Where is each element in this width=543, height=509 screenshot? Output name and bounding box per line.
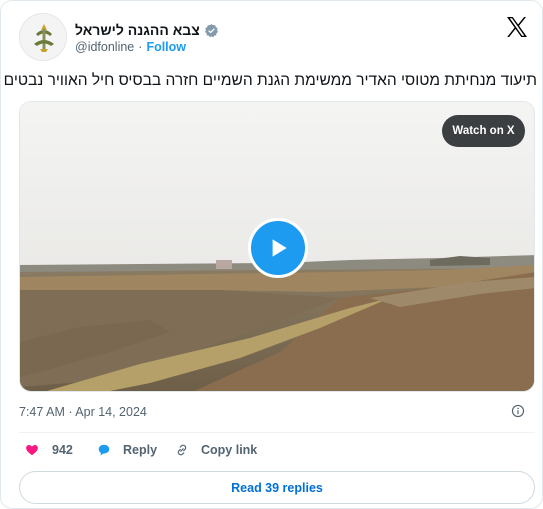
follow-button[interactable]: Follow	[146, 40, 186, 54]
divider	[19, 432, 535, 433]
like-count: 942	[52, 443, 73, 457]
author-name[interactable]: צבא ההגנה לישראל	[75, 22, 200, 38]
like-button[interactable]: 942	[25, 443, 73, 457]
reply-label: Reply	[123, 443, 158, 457]
tweet-timestamp[interactable]: 7:47 AM · Apr 14, 2024	[19, 405, 147, 419]
play-button[interactable]	[248, 218, 308, 278]
read-replies-button[interactable]: Read 39 replies	[19, 471, 535, 504]
tweet-text: תיעוד מנחיתת מטוסי האדיר ממשימת הגנת השמ…	[3, 72, 537, 89]
verified-badge-icon	[204, 23, 218, 37]
info-icon[interactable]	[511, 404, 525, 418]
watch-on-x-button[interactable]: Watch on X	[442, 115, 525, 147]
x-logo-icon[interactable]	[505, 15, 529, 39]
copy-link-label: Copy link	[201, 443, 258, 457]
heart-icon	[26, 445, 38, 456]
reply-bubble-icon	[98, 444, 110, 456]
separator-dot: ·	[138, 40, 143, 54]
idf-emblem-icon	[20, 14, 66, 60]
video-player[interactable]: Watch on X	[19, 101, 535, 392]
reply-button[interactable]: Reply	[97, 443, 157, 457]
play-icon	[272, 239, 287, 257]
action-bar: 942 Reply Copy link	[21, 443, 521, 461]
tweet-card: צבא ההגנה לישראל @idfonline · Follow תיע…	[0, 0, 543, 509]
author-info: צבא ההגנה לישראל @idfonline · Follow	[75, 22, 219, 54]
copy-link-button[interactable]: Copy link	[175, 443, 257, 457]
link-icon	[177, 444, 187, 456]
tweet-header: צבא ההגנה לישראל @idfonline · Follow	[19, 13, 529, 63]
avatar[interactable]	[19, 13, 67, 61]
author-handle[interactable]: @idfonline	[75, 40, 134, 54]
